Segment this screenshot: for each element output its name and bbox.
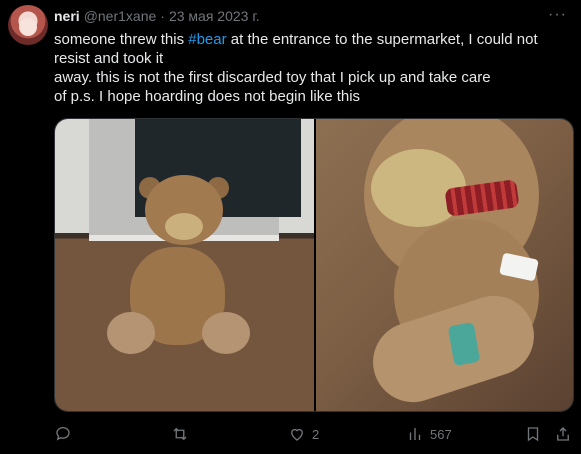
views-count: 567 [430,426,452,442]
separator: · [160,8,165,24]
tweet-text: someone threw this #bear at the entrance… [54,30,564,106]
tweet-date[interactable]: 23 мая 2023 г. [169,8,260,24]
tweet-actions: 2 567 [54,425,574,445]
reply-icon [54,425,72,443]
heart-icon [288,425,306,443]
media-gallery[interactable] [54,118,574,412]
share-button[interactable] [554,425,572,443]
hashtag-link[interactable]: #bear [188,31,226,48]
tweet-text-line-1: someone threw this #bear at the entrance… [54,30,564,68]
retweet-icon [171,425,189,443]
views-icon [406,425,424,443]
bookmark-icon [524,425,542,443]
like-count: 2 [312,426,320,442]
bookmark-button[interactable] [524,425,542,443]
author-name[interactable]: neri [54,8,80,24]
like-button[interactable]: 2 [288,425,319,443]
bear-photo-left[interactable] [55,119,314,411]
author-handle[interactable]: @ner1xane [84,8,157,24]
tweet-text-part: someone threw this [54,31,189,48]
bear-foot [202,312,250,354]
tweet-text-line-2: away. this is not the first discarded to… [54,69,491,86]
avatar[interactable] [8,5,48,45]
share-icon [554,425,572,443]
tweet-text-line-3: of p.s. I hope hoarding does not begin l… [54,88,361,105]
retweet-button[interactable] [171,425,195,443]
views-button[interactable]: 567 [406,425,452,443]
bear-photo-right[interactable] [316,119,573,411]
bear-muzzle [165,213,203,240]
reply-button[interactable] [54,425,78,443]
bear-foot [107,312,155,354]
tweet-header: neri @ner1xane · 23 мая 2023 г. [54,8,260,24]
more-icon[interactable]: ··· [548,6,567,24]
